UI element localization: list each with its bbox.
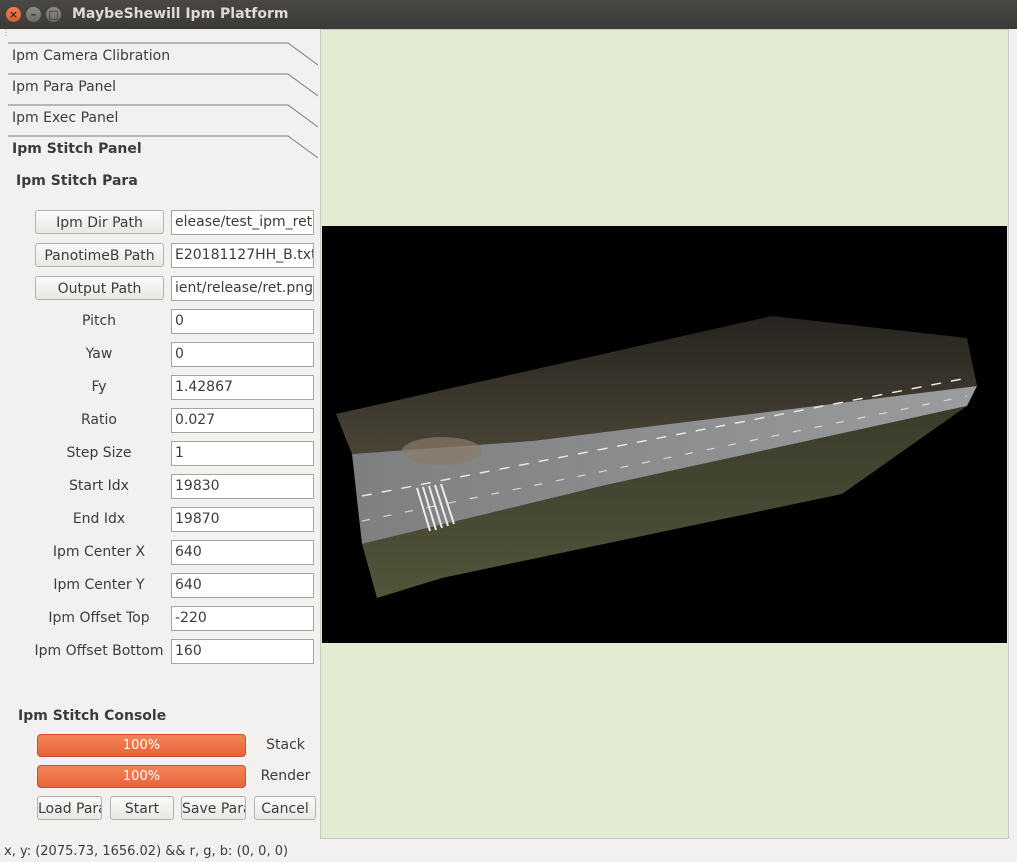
ipm-dir-path-field[interactable]: elease/test_ipm_ret [171, 210, 314, 235]
yaw-field[interactable]: 0 [171, 342, 314, 367]
panotime-path-button[interactable]: PanotimeB Path [35, 243, 164, 267]
tab-label: Ipm Exec Panel [12, 110, 119, 126]
ratio-label: Ratio [81, 412, 117, 428]
ipm-center-x-field[interactable]: 640 [171, 540, 314, 565]
step-size-field[interactable]: 1 [171, 441, 314, 466]
end-idx-label: End Idx [72, 511, 126, 527]
stitch-console-heading: Ipm Stitch Console [18, 708, 167, 724]
save-para-button[interactable]: Save Para [181, 796, 246, 820]
render-progress-bar: 100% [37, 765, 246, 788]
ipm-center-x-label: Ipm Center X [52, 544, 146, 560]
stitch-para-heading: Ipm Stitch Para [16, 173, 138, 189]
stack-progress-bar: 100% [37, 734, 246, 757]
panel-grip-icon[interactable]: ⋮ [2, 29, 10, 37]
stitched-road-graphic [336, 316, 977, 598]
ipm-offset-top-label: Ipm Offset Top [48, 610, 150, 626]
panotime-path-field[interactable]: E20181127HH_B.txt [171, 243, 314, 268]
close-window-button[interactable]: × [6, 7, 21, 22]
ipm-offset-top-field[interactable]: -220 [171, 606, 314, 631]
fy-label: Fy [91, 379, 107, 395]
stack-label: Stack [266, 737, 305, 753]
step-size-label: Step Size [66, 445, 132, 461]
tab-camera-calibration[interactable]: Ipm Camera Clibration [8, 41, 318, 72]
ipm-center-y-label: Ipm Center Y [53, 577, 145, 593]
tab-label: Ipm Para Panel [12, 79, 117, 95]
pitch-field[interactable]: 0 [171, 309, 314, 334]
tab-para-panel[interactable]: Ipm Para Panel [8, 72, 318, 103]
minimize-window-button[interactable]: – [26, 7, 41, 22]
ratio-field[interactable]: 0.027 [171, 408, 314, 433]
maximize-window-button[interactable]: □ [46, 7, 61, 22]
cancel-button[interactable]: Cancel [254, 796, 316, 820]
window-title: MaybeShewill Ipm Platform [72, 6, 289, 22]
ipm-center-y-field[interactable]: 640 [171, 573, 314, 598]
render-progress-text: 100% [122, 769, 161, 784]
output-path-field[interactable]: ient/release/ret.png [171, 276, 314, 301]
tab-exec-panel[interactable]: Ipm Exec Panel [8, 103, 318, 134]
stack-progress-text: 100% [122, 738, 161, 753]
ipm-offset-bottom-label: Ipm Offset Bottom [34, 643, 164, 659]
fy-field[interactable]: 1.42867 [171, 375, 314, 400]
title-bar: × – □ MaybeShewill Ipm Platform [0, 0, 1017, 29]
render-label: Render [260, 768, 311, 784]
load-para-button[interactable]: Load Para [37, 796, 102, 820]
pitch-label: Pitch [81, 313, 117, 329]
start-idx-label: Start Idx [69, 478, 129, 494]
tab-stitch-panel[interactable]: Ipm Stitch Panel [8, 134, 318, 165]
ipm-display-canvas[interactable] [320, 29, 1009, 839]
end-idx-field[interactable]: 19870 [171, 507, 314, 532]
output-path-button[interactable]: Output Path [35, 276, 164, 300]
start-button[interactable]: Start [110, 796, 174, 820]
yaw-label: Yaw [85, 346, 113, 362]
tab-label: Ipm Camera Clibration [12, 48, 171, 64]
dirt-patch [402, 437, 482, 465]
start-idx-field[interactable]: 19830 [171, 474, 314, 499]
left-panel: ⋮ Ipm Camera Clibration Ipm Para Panel I… [0, 29, 319, 840]
status-bar: x, y: (2075.73, 1656.02) && r, g, b: (0,… [4, 844, 289, 859]
tab-label: Ipm Stitch Panel [12, 141, 142, 157]
ipm-dir-path-button[interactable]: Ipm Dir Path [35, 210, 164, 234]
ipm-offset-bottom-field[interactable]: 160 [171, 639, 314, 664]
ipm-stitch-result-image [322, 226, 1007, 643]
